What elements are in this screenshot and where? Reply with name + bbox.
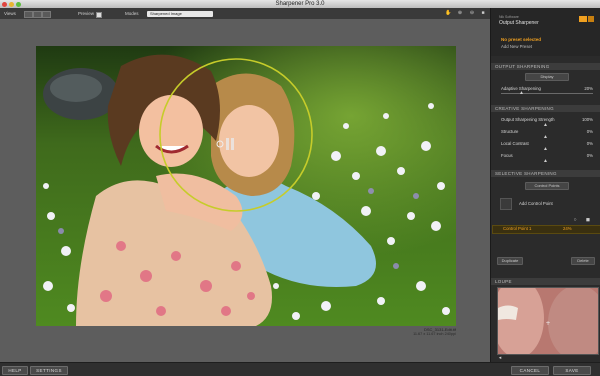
structure-label: Structure: [501, 129, 519, 134]
modes-label: Modes: [125, 11, 139, 16]
image-dimensions: 11.67 x 11.67 inch 240ppi: [413, 332, 456, 336]
control-panel: Nik Software Output Sharpener No preset …: [490, 8, 600, 362]
cancel-button[interactable]: CANCEL: [511, 365, 549, 375]
creative-sharpening-header[interactable]: CREATIVE SHARPENING: [491, 105, 600, 112]
settings-button[interactable]: SETTINGS: [30, 365, 68, 375]
split-view-button[interactable]: [33, 11, 42, 18]
single-view-button[interactable]: [24, 11, 33, 18]
add-preset-link[interactable]: Add New Preset: [501, 44, 532, 49]
duplicate-button[interactable]: Duplicate: [497, 257, 523, 265]
add-control-point-label[interactable]: Add Control Point: [519, 201, 553, 206]
structure-slider-handle-icon[interactable]: ▲: [543, 134, 548, 140]
strength-value: 100%: [582, 117, 593, 122]
zoom-in-icon[interactable]: ⊕: [457, 10, 463, 16]
minimize-window-button[interactable]: [9, 1, 14, 7]
bottom-bar: HELP SETTINGS CANCEL SAVE: [0, 362, 600, 376]
local-contrast-label: Local Contrast: [501, 141, 529, 146]
loupe-header[interactable]: LOUPE: [491, 278, 600, 285]
photo-illustration: [36, 46, 456, 326]
preview-image[interactable]: [36, 46, 456, 326]
selective-sharpening-header[interactable]: SELECTIVE SHARPENING: [491, 170, 600, 177]
close-window-button[interactable]: [2, 1, 7, 7]
brand-title: Output Sharpener: [499, 20, 539, 26]
adaptive-slider-handle-icon[interactable]: ▲: [519, 90, 524, 96]
side-by-side-view-button[interactable]: [42, 11, 51, 18]
background-color-icon[interactable]: ■: [480, 10, 486, 16]
brand-logo-icon: [579, 16, 587, 22]
views-label: Views: [4, 11, 16, 16]
display-select[interactable]: Display: [525, 73, 569, 81]
output-sharpening-title: OUTPUT SHARPENING: [495, 64, 550, 69]
adaptive-sharpening-value: 20%: [584, 86, 593, 91]
structure-value: 0%: [586, 129, 593, 134]
local-contrast-slider-handle-icon[interactable]: ▲: [543, 146, 548, 152]
toggle-icon[interactable]: ◼: [585, 217, 591, 223]
no-preset-label: No preset selected: [501, 37, 542, 42]
control-point-name: Control Point 1: [503, 226, 532, 231]
output-sharpening-header[interactable]: OUTPUT SHARPENING: [491, 63, 600, 70]
preview-checkbox[interactable]: [96, 11, 102, 18]
local-contrast-value: 0%: [586, 141, 593, 146]
selective-mode-select[interactable]: Control Points: [525, 182, 569, 190]
creative-sharpening-title: CREATIVE SHARPENING: [495, 106, 554, 111]
add-control-point-icon[interactable]: [500, 198, 512, 210]
brand-logo-icon-2: [588, 16, 594, 22]
loupe-pin-icon[interactable]: ◂: [497, 355, 503, 361]
show-hide-icon[interactable]: ○: [572, 217, 578, 223]
loupe-image: +: [498, 288, 598, 354]
loupe-title: LOUPE: [495, 279, 512, 284]
strength-slider-handle-icon[interactable]: ▲: [543, 122, 548, 128]
svg-text:+: +: [545, 320, 550, 327]
loupe-view[interactable]: +: [497, 287, 599, 355]
title-bar: Sharpener Pro 3.0: [0, 0, 600, 8]
save-button[interactable]: SAVE: [553, 365, 591, 375]
selective-sharpening-title: SELECTIVE SHARPENING: [495, 171, 557, 176]
brand-small: Nik Software: [499, 15, 519, 19]
zoom-window-button[interactable]: [16, 1, 21, 7]
window-title: Sharpener Pro 3.0: [275, 1, 325, 7]
adaptive-sharpening-slider[interactable]: [501, 93, 593, 94]
control-point-value: 24%: [563, 226, 572, 231]
hand-tool-icon[interactable]: ✋: [445, 10, 451, 16]
focus-label: Focus: [501, 153, 513, 158]
focus-value: 0%: [586, 153, 593, 158]
preview-label: Preview: [78, 11, 95, 16]
delete-button[interactable]: Delete: [571, 257, 595, 265]
zoom-out-icon[interactable]: ⊖: [469, 10, 475, 16]
help-button[interactable]: HELP: [2, 365, 28, 375]
mode-select[interactable]: Sharpened Image: [147, 10, 213, 17]
focus-slider-handle-icon[interactable]: ▲: [543, 158, 548, 164]
